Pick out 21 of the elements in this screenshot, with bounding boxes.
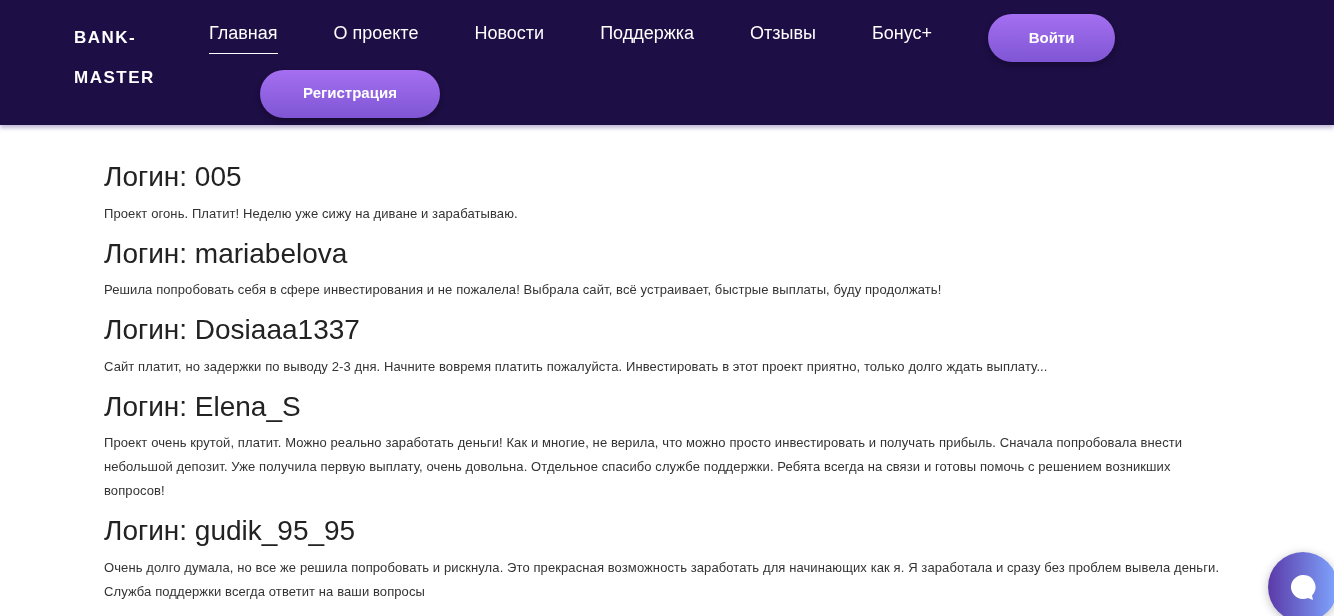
nav-link[interactable]: Новости <box>474 14 545 54</box>
nav-link[interactable]: Главная <box>209 14 278 54</box>
header-button[interactable]: Регистрация <box>260 69 440 118</box>
review-text: Проект очень крутой, платит. Можно реально заработать деньги! Как и многие, не верила, что можно просто инвестировать и получать прибыль. Сначала попробовала внести небольшой депозит. Уже получила первую выплату, очень довольна. Отдельное спасибо службе поддержки. Ребята всегда на связи и готовы помочь с решением возникших вопросов! <box>104 434 1184 501</box>
logo: BANK-MASTER <box>74 27 156 89</box>
nav-link[interactable]: Поддержка <box>600 14 695 54</box>
review-login: Логин: Elena_S <box>104 389 302 424</box>
review-text: Сайт платит, но задержки по выводу 2-3 дня. Начните вовремя платить пожалуйста. Инвестировать в этот проект приятно, только долго ждать выплату... <box>104 357 1049 376</box>
review-login: Логин: 005 <box>104 160 243 194</box>
review-text: Решила попробовать себя в сфере инвестирования и не пожалела! Выбрала сайт, всё устраивает, быстрые выплаты, буду продолжать! <box>104 281 943 300</box>
nav-link[interactable]: Бонус+ <box>871 14 933 54</box>
review-text: Очень долго думала, но все же решила попробовать и рискнула. Это прекрасная возможность заработать для начинающих как я. Я заработала и сразу без проблем вывела деньги. Служба поддержки всегда ответит на ваши вопросы <box>104 558 1221 601</box>
chat-button[interactable] <box>1268 552 1334 616</box>
review-login: Логин: mariabelova <box>104 236 349 271</box>
nav-link[interactable]: О проекте <box>333 14 419 54</box>
review-text: Проект огонь. Платит! Неделю уже сижу на диване и зарабатываю. <box>104 204 519 223</box>
review-login: Логин: gudik_95_95 <box>104 514 357 548</box>
review-login: Логин: Dosiaaa1337 <box>104 313 361 347</box>
chat-bubble-icon <box>1289 573 1317 601</box>
nav-link[interactable]: Отзывы <box>750 14 816 54</box>
header-button[interactable]: Войти <box>988 14 1116 62</box>
